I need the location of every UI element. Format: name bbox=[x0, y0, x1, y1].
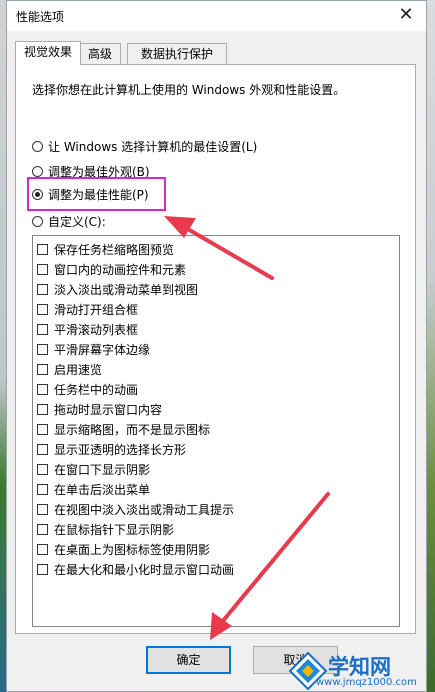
option-label: 显示亚透明的选择长方形 bbox=[54, 442, 187, 457]
list-item[interactable]: 拖动时显示窗口内容 bbox=[37, 399, 162, 419]
radio-circle bbox=[32, 165, 43, 177]
checkbox[interactable] bbox=[37, 423, 48, 435]
list-item[interactable]: 滑动打开组合框 bbox=[37, 299, 138, 319]
option-label: 窗口内的动画控件和元素 bbox=[54, 262, 187, 277]
ok-button[interactable]: 确定 bbox=[146, 646, 231, 674]
checkbox[interactable] bbox=[37, 243, 48, 255]
list-item[interactable]: 任务栏中的动画 bbox=[37, 379, 138, 399]
radio-circle bbox=[32, 215, 43, 227]
list-item[interactable]: 显示缩略图，而不是显示图标 bbox=[37, 419, 210, 439]
option-label: 在视图中淡入淡出或滑动工具提示 bbox=[54, 502, 235, 517]
visual-effects-panel: 选择你想在此计算机上使用的 Windows 外观和性能设置。 让 Windows… bbox=[15, 64, 416, 634]
checkbox[interactable] bbox=[37, 323, 48, 335]
checkbox[interactable] bbox=[37, 483, 48, 495]
tab-data-execution-prevention[interactable]: 数据执行保护 bbox=[127, 43, 227, 64]
desktop-background-right bbox=[426, 0, 435, 692]
option-label: 滑动打开组合框 bbox=[54, 302, 139, 317]
radio-circle-selected bbox=[32, 188, 43, 200]
radio-best-performance[interactable]: 调整为最佳性能(P) bbox=[32, 185, 149, 203]
option-label: 拖动时显示窗口内容 bbox=[54, 402, 163, 417]
option-label: 淡入淡出或滑动菜单到视图 bbox=[54, 282, 199, 297]
list-item[interactable]: 启用速览 bbox=[37, 359, 102, 379]
checkbox[interactable] bbox=[37, 543, 48, 555]
option-label: 显示缩略图，而不是显示图标 bbox=[54, 422, 211, 437]
checkbox[interactable] bbox=[37, 563, 48, 575]
checkbox[interactable] bbox=[37, 363, 48, 375]
option-label: 保存任务栏缩略图预览 bbox=[54, 242, 175, 257]
tab-advanced[interactable]: 高级 bbox=[79, 43, 121, 64]
watermark-url: www.jmqz1000.com bbox=[316, 677, 417, 688]
performance-options-dialog: 性能选项 ✕ 视觉效果 高级 数据执行保护 选择你想在此计算机上使用的 Wind… bbox=[6, 0, 427, 692]
option-label: 在桌面上为图标标签使用阴影 bbox=[54, 542, 211, 557]
checkbox[interactable] bbox=[37, 263, 48, 275]
checkbox[interactable] bbox=[37, 443, 48, 455]
watermark: 学知网 www.jmqz1000.com bbox=[286, 643, 435, 692]
checkbox[interactable] bbox=[37, 303, 48, 315]
checkbox[interactable] bbox=[37, 463, 48, 475]
option-label: 任务栏中的动画 bbox=[54, 382, 139, 397]
close-icon[interactable]: ✕ bbox=[394, 4, 418, 26]
list-item[interactable]: 淡入淡出或滑动菜单到视图 bbox=[37, 279, 198, 299]
option-label: 在窗口下显示阴影 bbox=[54, 462, 151, 477]
option-label: 启用速览 bbox=[54, 362, 103, 377]
list-item[interactable]: 在鼠标指针下显示阴影 bbox=[37, 519, 174, 539]
window-title: 性能选项 bbox=[16, 10, 65, 24]
list-item[interactable]: 显示亚透明的选择长方形 bbox=[37, 439, 186, 459]
checkbox[interactable] bbox=[37, 503, 48, 515]
option-label: 平滑滚动列表框 bbox=[54, 322, 139, 337]
list-item[interactable]: 平滑滚动列表框 bbox=[37, 319, 138, 339]
list-item[interactable]: 保存任务栏缩略图预览 bbox=[37, 239, 174, 259]
list-item[interactable]: 在窗口下显示阴影 bbox=[37, 459, 150, 479]
description-text: 选择你想在此计算机上使用的 Windows 外观和性能设置。 bbox=[32, 83, 346, 97]
option-label: 平滑屏幕字体边缘 bbox=[54, 342, 151, 357]
option-label: 在鼠标指针下显示阴影 bbox=[54, 522, 175, 537]
checkbox[interactable] bbox=[37, 343, 48, 355]
radio-label: 让 Windows 选择计算机的最佳设置(L) bbox=[48, 139, 258, 154]
radio-label: 自定义(C): bbox=[48, 214, 106, 229]
list-item[interactable]: 窗口内的动画控件和元素 bbox=[37, 259, 186, 279]
option-label: 在单击后淡出菜单 bbox=[54, 482, 151, 497]
checkbox[interactable] bbox=[37, 403, 48, 415]
effects-checkbox-list[interactable]: 保存任务栏缩略图预览 窗口内的动画控件和元素 淡入淡出或滑动菜单到视图 滑动打开… bbox=[32, 235, 400, 627]
list-item[interactable]: 在单击后淡出菜单 bbox=[37, 479, 150, 499]
tab-visual-effects[interactable]: 视觉效果 bbox=[15, 41, 81, 65]
checkbox[interactable] bbox=[37, 383, 48, 395]
list-item[interactable]: 在最大化和最小化时显示窗口动画 bbox=[37, 559, 234, 579]
radio-circle bbox=[32, 140, 43, 152]
list-item[interactable]: 在桌面上为图标标签使用阴影 bbox=[37, 539, 210, 559]
option-label: 在最大化和最小化时显示窗口动画 bbox=[54, 562, 235, 577]
radio-custom[interactable]: 自定义(C): bbox=[32, 212, 106, 230]
title-bar: 性能选项 ✕ bbox=[7, 1, 426, 31]
checkbox[interactable] bbox=[37, 283, 48, 295]
list-item[interactable]: 平滑屏幕字体边缘 bbox=[37, 339, 150, 359]
list-item[interactable]: 在视图中淡入淡出或滑动工具提示 bbox=[37, 499, 234, 519]
radio-let-windows-choose[interactable]: 让 Windows 选择计算机的最佳设置(L) bbox=[32, 137, 257, 155]
checkbox[interactable] bbox=[37, 523, 48, 535]
radio-label: 调整为最佳性能(P) bbox=[48, 187, 149, 202]
